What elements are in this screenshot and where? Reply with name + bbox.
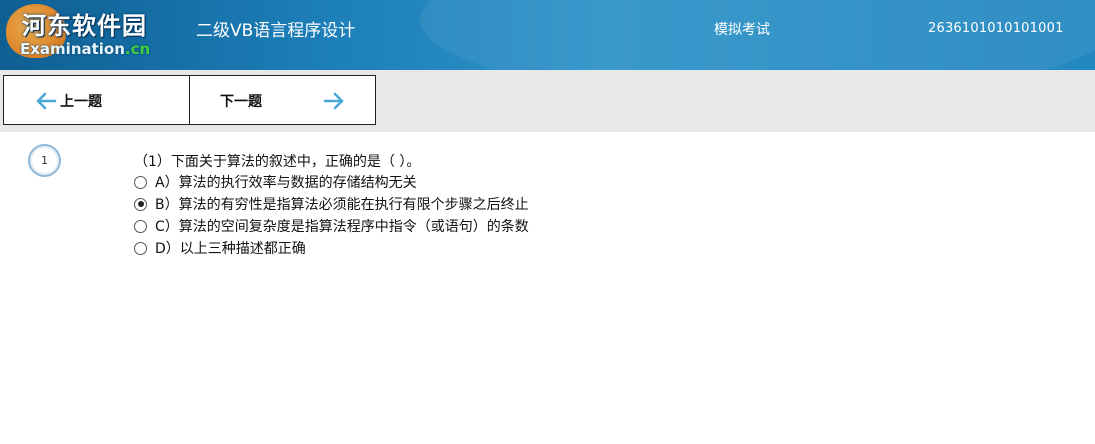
question-stem: （1）下面关于算法的叙述中，正确的是（ ）。 xyxy=(134,154,421,170)
option-c[interactable]: C）算法的空间复杂度是指算法程序中指令（或语句）的条数 xyxy=(134,216,529,236)
option-b-text: B）算法的有穷性是指算法必须能在执行有限个步骤之后终止 xyxy=(155,197,529,213)
exam-mode: 模拟考试 xyxy=(714,22,770,38)
option-a-text: A）算法的执行效率与数据的存储结构无关 xyxy=(155,175,417,191)
navigation-toolbar: 上一题 下一题 xyxy=(0,70,1095,132)
exam-title: 二级VB语言程序设计 xyxy=(196,21,356,41)
previous-question-button[interactable]: 上一题 xyxy=(3,75,190,125)
logo-subtitle: Examination.cn xyxy=(20,40,150,58)
next-question-label: 下一题 xyxy=(220,94,262,110)
option-d-text: D）以上三种描述都正确 xyxy=(155,241,306,257)
radio-unchecked-icon[interactable] xyxy=(134,219,147,233)
question-number-badge[interactable]: 1 xyxy=(28,144,61,177)
previous-question-label: 上一题 xyxy=(60,94,102,110)
logo-subtitle-suffix: .cn xyxy=(124,40,151,58)
radio-unchecked-icon[interactable] xyxy=(134,241,147,255)
radio-checked-icon[interactable] xyxy=(134,197,147,211)
option-c-text: C）算法的空间复杂度是指算法程序中指令（或语句）的条数 xyxy=(155,219,529,235)
app-header: 河东软件园 Examination.cn 二级VB语言程序设计 模拟考试 263… xyxy=(0,0,1095,70)
next-question-button[interactable]: 下一题 xyxy=(189,75,376,125)
site-logo: 河东软件园 Examination.cn xyxy=(0,0,180,70)
option-b[interactable]: B）算法的有穷性是指算法必须能在执行有限个步骤之后终止 xyxy=(134,194,529,214)
option-a[interactable]: A）算法的执行效率与数据的存储结构无关 xyxy=(134,172,417,192)
logo-brand: 河东软件园 xyxy=(22,11,147,40)
arrow-left-icon xyxy=(36,92,57,110)
exam-id: 2636101010101001 xyxy=(928,21,1064,36)
option-d[interactable]: D）以上三种描述都正确 xyxy=(134,238,306,258)
radio-unchecked-icon[interactable] xyxy=(134,175,147,189)
logo-subtitle-prefix: Examination xyxy=(20,40,125,58)
arrow-right-icon xyxy=(323,92,344,110)
